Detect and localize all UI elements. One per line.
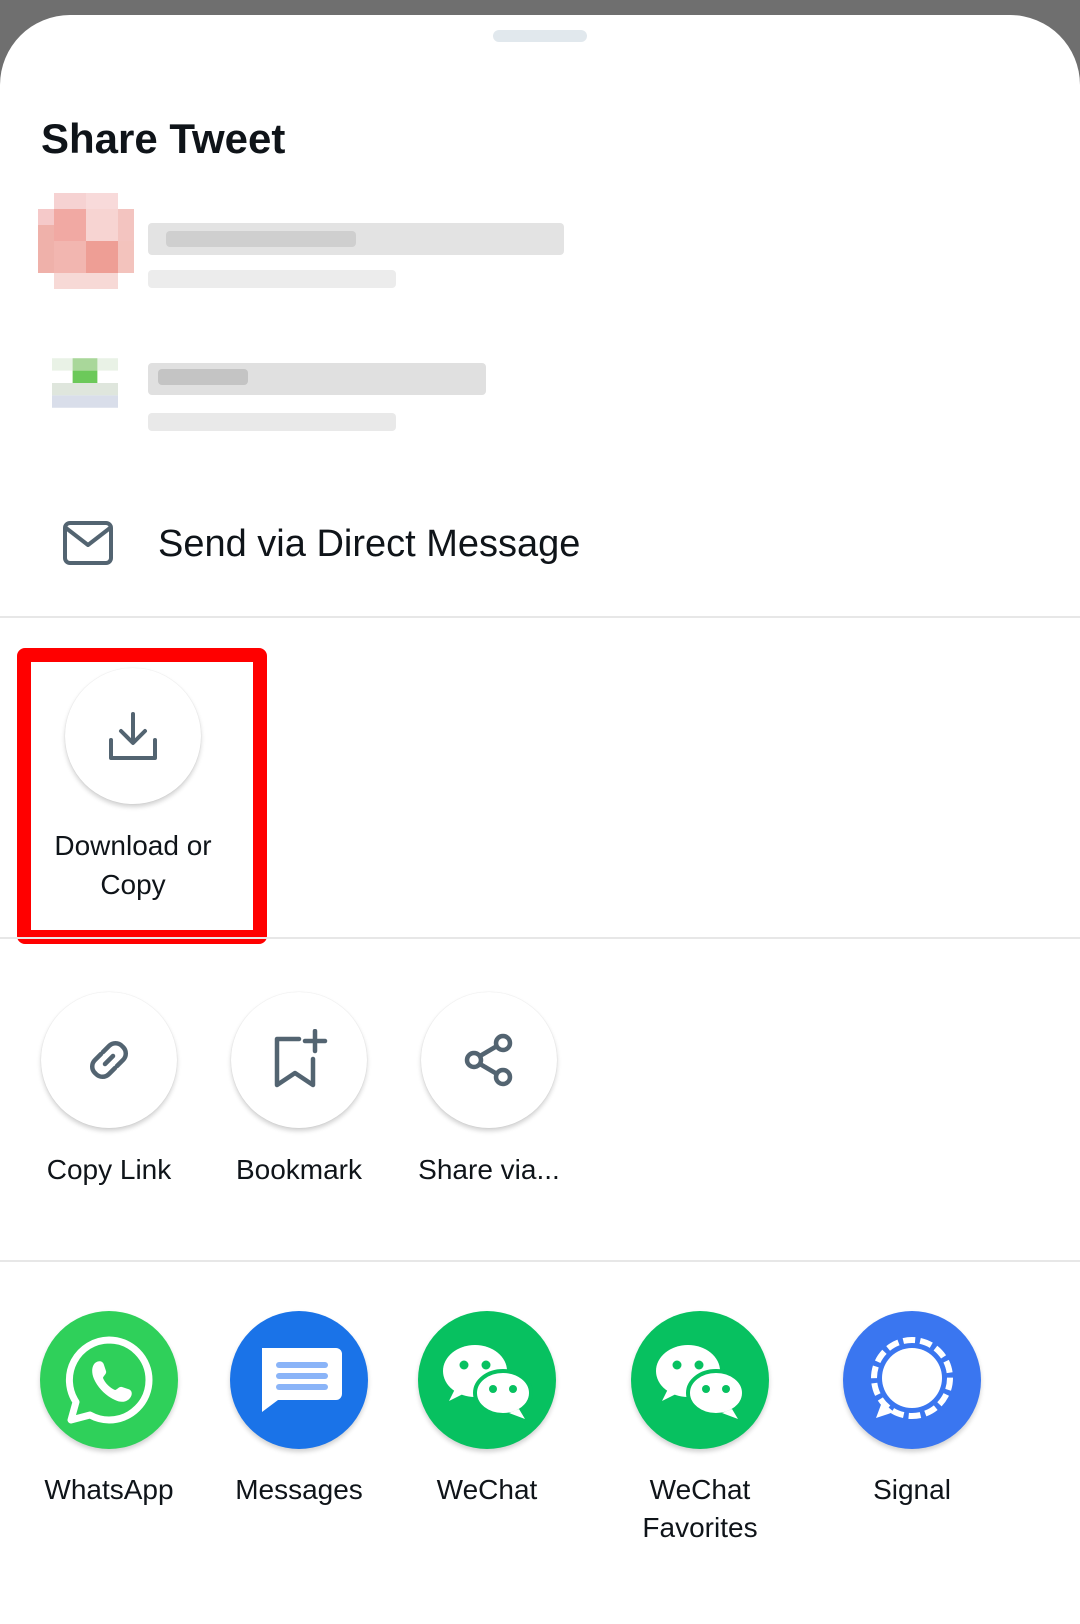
divider (0, 616, 1080, 618)
wechat-icon (443, 1345, 533, 1419)
link-icon (89, 1040, 129, 1080)
signal-app-button[interactable]: Signal (812, 1311, 1012, 1509)
wechat-favorites-app-button[interactable]: WeChat Favorites (600, 1311, 800, 1547)
divider (0, 937, 1080, 939)
wechat-favorites-circle (631, 1311, 769, 1449)
wechat-favorites-icon (656, 1345, 746, 1419)
bookmark-button[interactable]: Bookmark (209, 992, 389, 1189)
signal-circle (843, 1311, 981, 1449)
direct-message-label: Send via Direct Message (158, 523, 581, 565)
bookmark-add-icon (274, 1029, 328, 1088)
share-icon (464, 1033, 513, 1087)
messages-icon (262, 1348, 342, 1412)
contact-name-shade (158, 369, 248, 385)
avatar (52, 358, 118, 408)
share-sheet: Share Tweet Send via Direct Message Down… (0, 15, 1080, 1624)
whatsapp-label: WhatsApp (44, 1474, 174, 1505)
drag-handle[interactable] (493, 30, 587, 42)
wechat-app-button[interactable]: WeChat (387, 1311, 587, 1509)
avatar (38, 193, 134, 289)
whatsapp-icon (65, 1336, 153, 1424)
contact-handle (148, 270, 396, 288)
contact-name-shade (166, 231, 356, 247)
wechat-favorites-label: WeChat Favorites (642, 1474, 758, 1543)
messages-circle (230, 1311, 368, 1449)
share-via-label: Share via... (418, 1154, 560, 1185)
wechat-circle (418, 1311, 556, 1449)
wechat-label: WeChat (436, 1474, 538, 1505)
bookmark-label: Bookmark (235, 1154, 363, 1185)
copy-link-label: Copy Link (46, 1154, 172, 1185)
whatsapp-circle (40, 1311, 178, 1449)
messages-label: Messages (235, 1474, 363, 1505)
contact-suggestion-1[interactable] (0, 193, 1080, 303)
share-via-button[interactable]: Share via... (399, 992, 579, 1189)
copy-link-circle (41, 992, 177, 1128)
copy-link-button[interactable]: Copy Link (19, 992, 199, 1189)
send-direct-message-row[interactable]: Send via Direct Message (0, 495, 1080, 595)
whatsapp-app-button[interactable]: WhatsApp (9, 1311, 209, 1509)
signal-label: Signal (873, 1474, 951, 1505)
contact-suggestion-2[interactable] (0, 335, 1080, 445)
mail-icon (63, 521, 113, 565)
sheet-title: Share Tweet (41, 115, 286, 162)
contact-handle (148, 413, 396, 431)
divider (0, 1260, 1080, 1262)
messages-app-button[interactable]: Messages (199, 1311, 399, 1509)
share-via-circle (421, 992, 557, 1128)
bookmark-circle (231, 992, 367, 1128)
highlight-box (17, 648, 267, 944)
signal-icon (871, 1337, 953, 1419)
